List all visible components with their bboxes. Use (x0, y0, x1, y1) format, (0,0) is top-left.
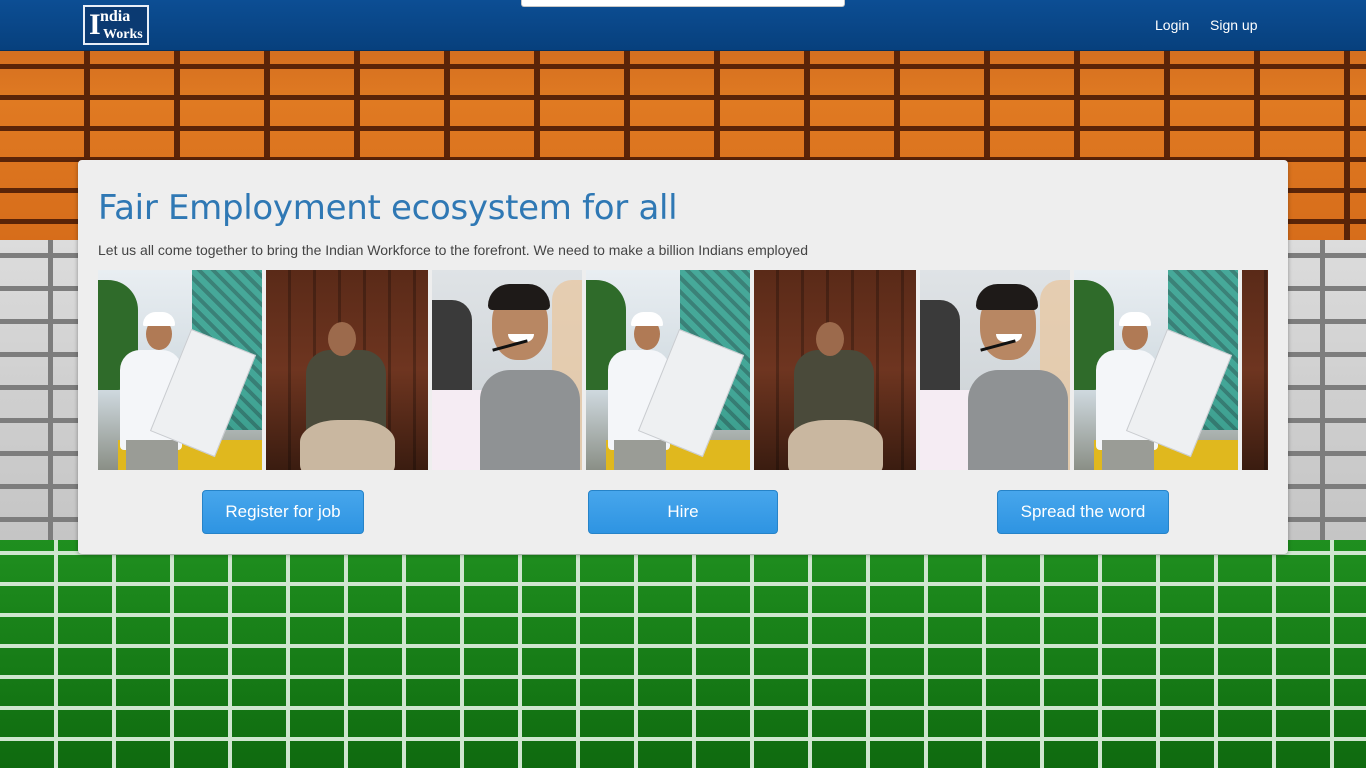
green-brick-wall (0, 540, 1366, 768)
india-works-logo[interactable]: I ndia Works (83, 5, 149, 45)
search-bar[interactable] (521, 0, 845, 7)
photo-call-center-agent (432, 270, 582, 470)
login-link[interactable]: Login (1155, 17, 1189, 33)
photo-potter (266, 270, 428, 470)
photo-potter (1242, 270, 1268, 470)
photo-call-center-agent (920, 270, 1070, 470)
hire-button[interactable]: Hire (588, 490, 778, 534)
photo-engineer (98, 270, 262, 470)
signup-link[interactable]: Sign up (1210, 17, 1257, 33)
photo-carousel[interactable] (98, 270, 1268, 470)
photo-engineer (586, 270, 750, 470)
hero-panel: Fair Employment ecosystem for all Let us… (78, 160, 1288, 554)
register-for-job-button[interactable]: Register for job (202, 490, 364, 534)
logo-initial: I (89, 8, 101, 41)
page-title: Fair Employment ecosystem for all (98, 188, 678, 228)
photo-engineer (1074, 270, 1238, 470)
logo-line-2: Works (103, 27, 143, 42)
top-navbar: I ndia Works Login Sign up (0, 0, 1366, 51)
logo-line-1: ndia (100, 8, 131, 25)
page-subtitle: Let us all come together to bring the In… (98, 242, 809, 258)
photo-potter (754, 270, 916, 470)
spread-the-word-button[interactable]: Spread the word (997, 490, 1169, 534)
